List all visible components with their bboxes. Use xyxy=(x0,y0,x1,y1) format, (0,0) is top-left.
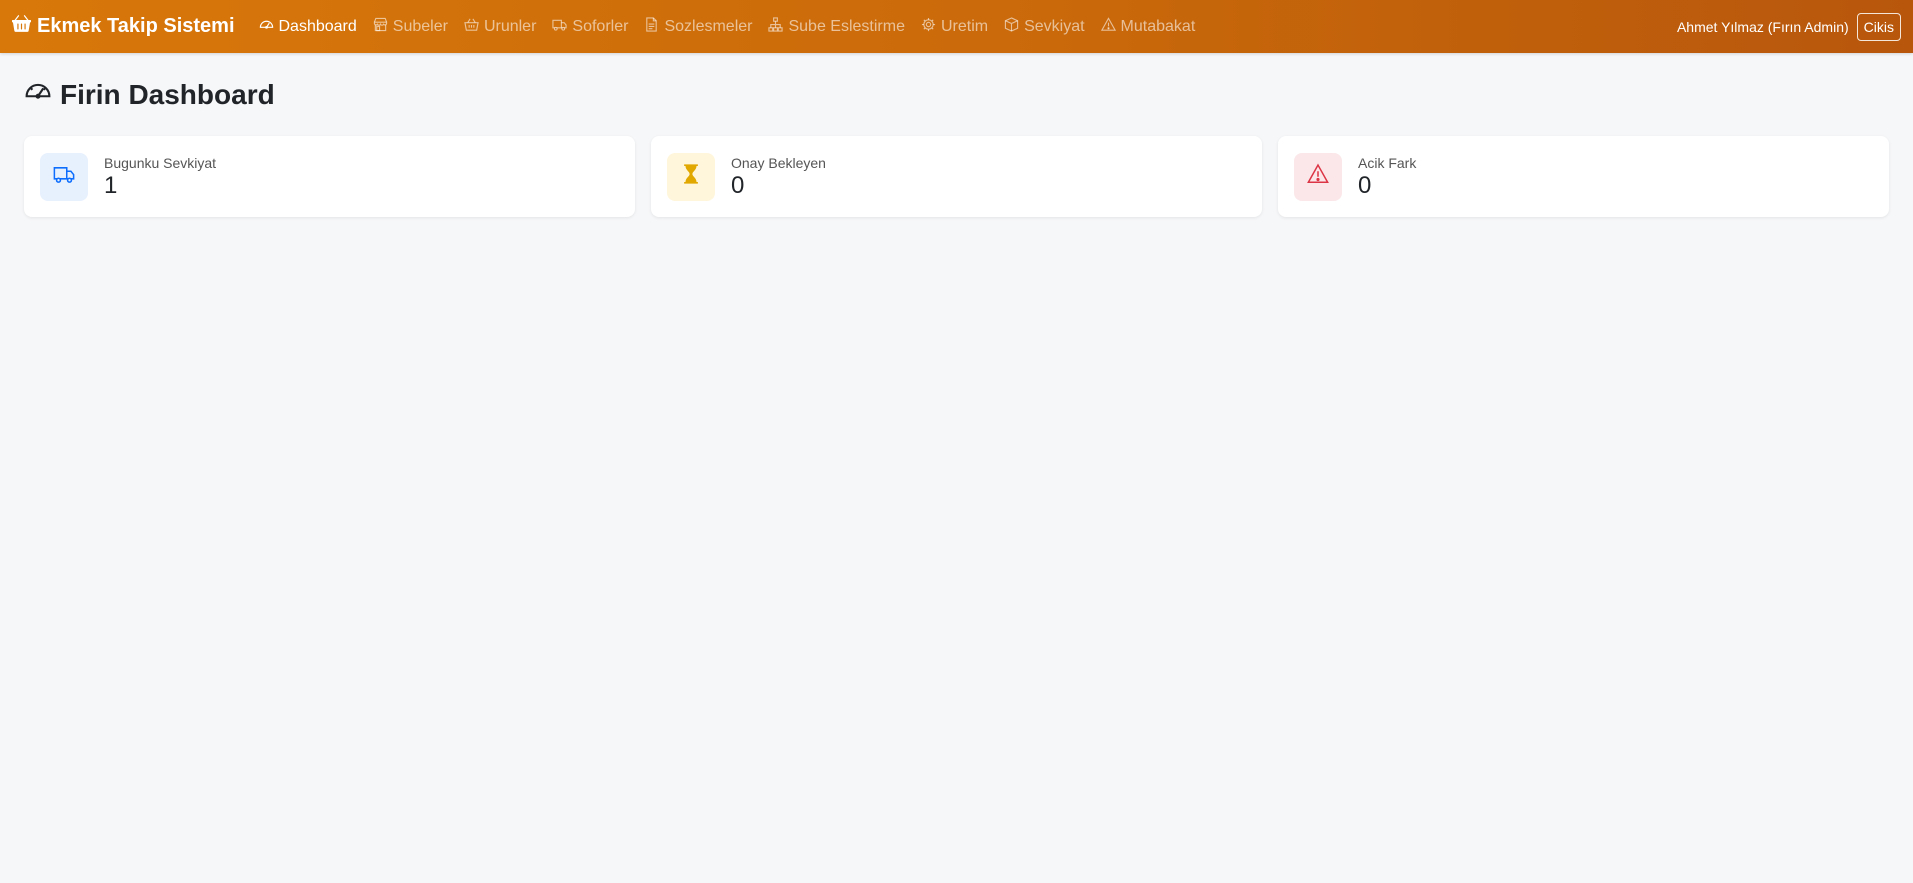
nav-label-soforler: Soforler xyxy=(572,17,629,35)
truck-icon xyxy=(53,163,75,190)
nav-label-mutabakat: Mutabakat xyxy=(1120,17,1196,35)
nav-item-subeler[interactable]: Subeler xyxy=(373,17,448,37)
top-navbar: Ekmek Takip Sistemi Dashboard Subeler Ur… xyxy=(0,0,1913,53)
nav-item-sevkiyat[interactable]: Sevkiyat xyxy=(1004,16,1085,37)
warning-icon xyxy=(1100,16,1116,37)
nav-item-soforler[interactable]: Soforler xyxy=(552,17,628,37)
nav-item-uretim[interactable]: Uretim xyxy=(921,17,988,37)
stat-card-value: 0 xyxy=(1358,172,1372,199)
nav-label-dashboard: Dashboard xyxy=(278,17,357,35)
stat-card-bugunku-sevkiyat: Bugunku Sevkiyat 1 xyxy=(24,136,635,217)
logout-button[interactable]: Cikis xyxy=(1856,12,1901,41)
stat-card-onay-bekleyen: Onay Bekleyen 0 xyxy=(651,136,1262,217)
main-content: Firin Dashboard Bugunku Sevkiyat 1 Onay … xyxy=(0,53,1913,241)
nav-label-sevkiyat: Sevkiyat xyxy=(1024,17,1085,35)
truck-icon xyxy=(552,17,568,37)
shop-icon xyxy=(373,17,388,37)
basket-icon xyxy=(12,14,31,39)
nav-label-sube-eslestirme: Sube Eslestirme xyxy=(788,17,905,35)
stat-card-label: Bugunku Sevkiyat xyxy=(104,155,217,171)
hourglass-icon xyxy=(680,163,702,190)
diagram-icon xyxy=(768,16,784,37)
nav-item-mutabakat[interactable]: Mutabakat xyxy=(1100,16,1196,37)
nav-label-subeler: Subeler xyxy=(392,17,448,35)
navbar-user-area: Ahmet Yılmaz (Fırın Admin) Cikis xyxy=(1676,12,1901,41)
basket-icon xyxy=(464,17,479,37)
gear-icon xyxy=(921,17,936,37)
nav-label-sozlesmeler: Sozlesmeler xyxy=(664,17,753,35)
stat-card-label: Acik Fark xyxy=(1358,155,1417,171)
brand-label: Ekmek Takip Sistemi xyxy=(37,15,235,37)
stat-card-icon-wrap xyxy=(1294,152,1342,201)
nav-label-uretim: Uretim xyxy=(940,17,989,35)
stat-card-value: 0 xyxy=(731,172,745,199)
brand-link[interactable]: Ekmek Takip Sistemi xyxy=(12,14,235,39)
user-name: Ahmet Yılmaz (Fırın Admin) xyxy=(1676,18,1849,35)
speedometer-icon xyxy=(24,77,52,112)
stat-card-icon-wrap xyxy=(667,152,715,201)
warning-icon xyxy=(1307,163,1329,190)
stat-card-value: 1 xyxy=(104,172,118,199)
nav-item-sube-eslestirme[interactable]: Sube Eslestirme xyxy=(768,16,905,37)
nav-item-sozlesmeler[interactable]: Sozlesmeler xyxy=(644,16,753,37)
stat-card-acik-fark: Acik Fark 0 xyxy=(1278,136,1889,217)
document-icon xyxy=(644,16,659,37)
page-title-text: Firin Dashboard xyxy=(60,78,275,110)
page-title: Firin Dashboard xyxy=(24,77,1889,112)
box-icon xyxy=(1004,16,1019,37)
stat-card-icon-wrap xyxy=(40,152,88,201)
nav-item-dashboard[interactable]: Dashboard xyxy=(259,17,357,37)
stat-cards: Bugunku Sevkiyat 1 Onay Bekleyen 0 Acik … xyxy=(24,136,1889,217)
stat-card-label: Onay Bekleyen xyxy=(731,155,826,171)
nav-label-urunler: Urunler xyxy=(483,17,537,35)
nav-item-urunler[interactable]: Urunler xyxy=(464,17,536,37)
speedometer-icon xyxy=(259,17,274,37)
main-nav: Dashboard Subeler Urunler Soforler Sozle… xyxy=(259,16,1196,37)
